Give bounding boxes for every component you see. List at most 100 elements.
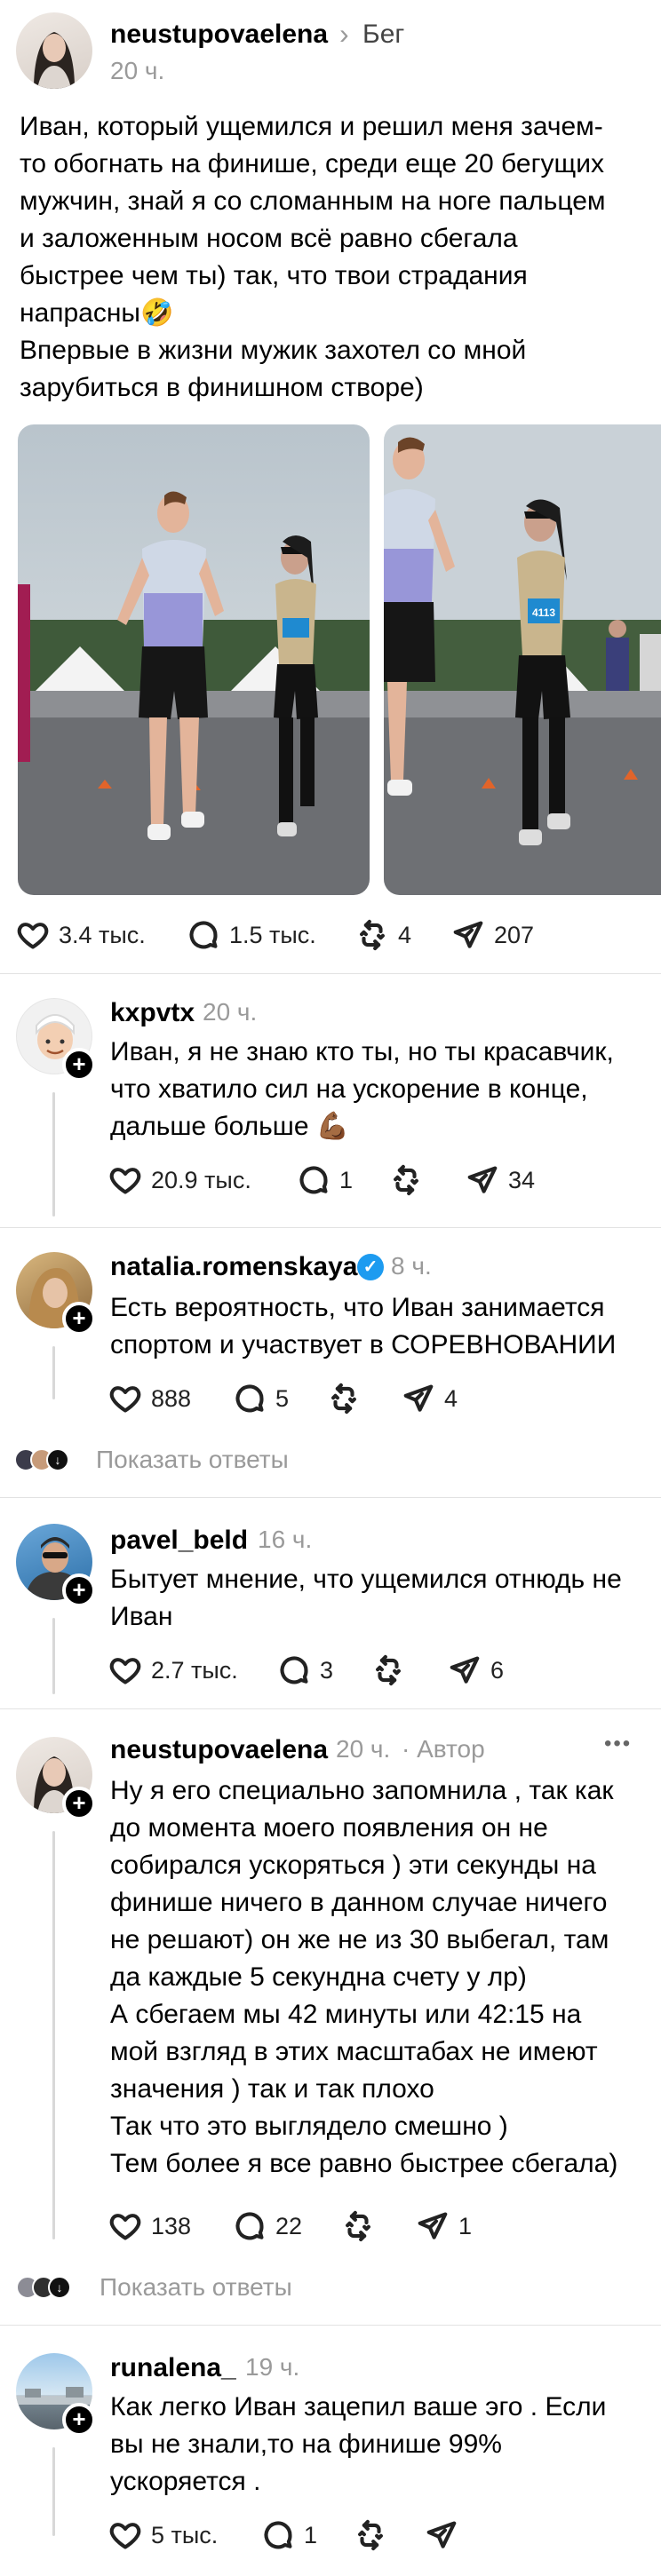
breadcrumb-separator: ›: [339, 18, 349, 50]
heart-icon: [16, 918, 50, 952]
reply-comment-count: 5: [275, 1384, 290, 1412]
thread-line: [52, 2447, 55, 2536]
reply-comment-count: 22: [275, 2212, 303, 2239]
thread-line: [52, 1346, 55, 1399]
reply-like-button[interactable]: 138: [108, 2209, 191, 2243]
post-author-avatar[interactable]: [16, 12, 92, 89]
reply-time: 8 ч.: [391, 1252, 432, 1280]
post-text: Иван, который ущемился и решил меня заче…: [20, 112, 606, 402]
post-photo-2[interactable]: 4113: [384, 424, 661, 895]
post-like-button[interactable]: 3.4 тыс.: [16, 918, 146, 952]
reply-comment-count: 3: [320, 1656, 334, 1684]
reply-username[interactable]: kxpvtx: [110, 998, 195, 1028]
reply-like-count: 138: [151, 2212, 192, 2239]
reply-like-button[interactable]: 5 тыс.: [108, 2518, 218, 2552]
show-replies-link[interactable]: ↓ Показать ответы: [16, 2273, 292, 2302]
comment-icon: [297, 1163, 330, 1197]
post-repost-count: 4: [398, 921, 412, 948]
reply-time: 19 ч.: [245, 2353, 300, 2381]
heart-icon: [108, 1653, 142, 1687]
reply-like-button[interactable]: 888: [108, 1382, 191, 1415]
follow-plus-button[interactable]: +: [62, 1302, 96, 1336]
share-icon: [448, 1653, 482, 1687]
post-time: 20 ч.: [110, 57, 165, 84]
thread-line: [52, 1092, 55, 1217]
post-comment-button[interactable]: 1.5 тыс.: [187, 918, 316, 952]
repost-icon: [371, 1653, 405, 1687]
post-repost-button[interactable]: 4: [355, 918, 411, 952]
repost-icon: [327, 1382, 361, 1415]
divider: [0, 1497, 661, 1498]
reply-share-button[interactable]: 4: [402, 1382, 458, 1415]
reply-repost-button[interactable]: [389, 1163, 423, 1197]
reply-comment-button[interactable]: 22: [233, 2209, 302, 2243]
reply-text: Как легко Иван зацепил ваше эго . Если в…: [110, 2392, 607, 2496]
divider: [0, 2325, 661, 2326]
share-icon: [451, 918, 485, 952]
reply-repost-button[interactable]: [354, 2518, 387, 2552]
divider: [0, 973, 661, 974]
divider: [0, 1227, 661, 1228]
post-topic[interactable]: Бег: [362, 20, 404, 50]
reply-like-button[interactable]: 2.7 тыс.: [108, 1653, 238, 1687]
thread-line: [52, 1618, 55, 1694]
reply-like-count: 888: [151, 1384, 192, 1412]
reply-share-count: 1: [458, 2212, 473, 2239]
reply-username[interactable]: runalena_: [110, 2353, 236, 2383]
reply-text: Есть вероятность, что Иван занимается сп…: [110, 1293, 617, 1359]
reply-share-button[interactable]: [425, 2518, 467, 2552]
reply-share-count: 6: [490, 1656, 505, 1684]
comment-icon: [187, 918, 220, 952]
more-options-icon[interactable]: •••: [604, 1732, 632, 1756]
reply-username[interactable]: natalia.romenskaya: [110, 1252, 357, 1282]
follow-plus-button[interactable]: +: [62, 1787, 96, 1820]
reply-comment-button[interactable]: 1: [297, 1163, 353, 1197]
reply-time: 16 ч.: [258, 1526, 313, 1553]
follow-plus-button[interactable]: +: [62, 1048, 96, 1082]
heart-icon: [108, 1382, 142, 1415]
post-share-button[interactable]: 207: [451, 918, 534, 952]
reply-comment-button[interactable]: 3: [277, 1653, 333, 1687]
heart-icon: [108, 2518, 142, 2552]
reply-repost-button[interactable]: [327, 1382, 361, 1415]
chevron-down-icon: ↓: [48, 2276, 71, 2299]
divider: [0, 1708, 661, 1709]
show-replies-label: Показать ответы: [100, 2273, 292, 2301]
comment-icon: [277, 1653, 311, 1687]
post-photo-1[interactable]: 5730: [18, 424, 370, 895]
post-like-count: 3.4 тыс.: [59, 921, 146, 948]
repost-icon: [389, 1163, 423, 1197]
post-username[interactable]: neustupovaelena: [110, 20, 328, 50]
reply-username[interactable]: neustupovaelena: [110, 1735, 328, 1765]
heart-icon: [108, 2209, 142, 2243]
share-icon: [425, 2518, 458, 2552]
reply-repost-button[interactable]: [371, 1653, 405, 1687]
post-share-count: 207: [494, 921, 535, 948]
comment-icon: [233, 2209, 267, 2243]
show-replies-label: Показать ответы: [96, 1446, 289, 1473]
post-bib-right: 4113: [532, 606, 555, 619]
repost-icon: [355, 918, 389, 952]
reply-username[interactable]: pavel_beld: [110, 1526, 248, 1556]
reply-share-button[interactable]: 6: [448, 1653, 504, 1687]
comment-icon: [261, 2518, 295, 2552]
verified-badge-icon: ✓: [357, 1254, 384, 1280]
reply-share-button[interactable]: 34: [466, 1163, 535, 1197]
reply-like-button[interactable]: 20.9 тыс.: [108, 1163, 251, 1197]
reply-comment-button[interactable]: 5: [233, 1382, 289, 1415]
reply-like-count: 5 тыс.: [151, 2521, 219, 2548]
reply-time: 20 ч.: [336, 1735, 391, 1763]
follow-plus-button[interactable]: +: [62, 1573, 96, 1607]
thread-line: [52, 1831, 55, 2239]
reply-share-button[interactable]: 1: [416, 2209, 472, 2243]
post-comment-count: 1.5 тыс.: [229, 921, 316, 948]
follow-plus-button[interactable]: +: [62, 2403, 96, 2437]
reply-time: 20 ч.: [203, 998, 258, 1026]
reply-share-count: 4: [444, 1384, 458, 1412]
reply-comment-button[interactable]: 1: [261, 2518, 317, 2552]
heart-icon: [108, 1163, 142, 1197]
reply-comment-count: 1: [339, 1166, 354, 1193]
reply-repost-button[interactable]: [341, 2209, 375, 2243]
reply-like-count: 20.9 тыс.: [151, 1166, 251, 1193]
show-replies-link[interactable]: ↓ Показать ответы: [14, 1446, 289, 1474]
